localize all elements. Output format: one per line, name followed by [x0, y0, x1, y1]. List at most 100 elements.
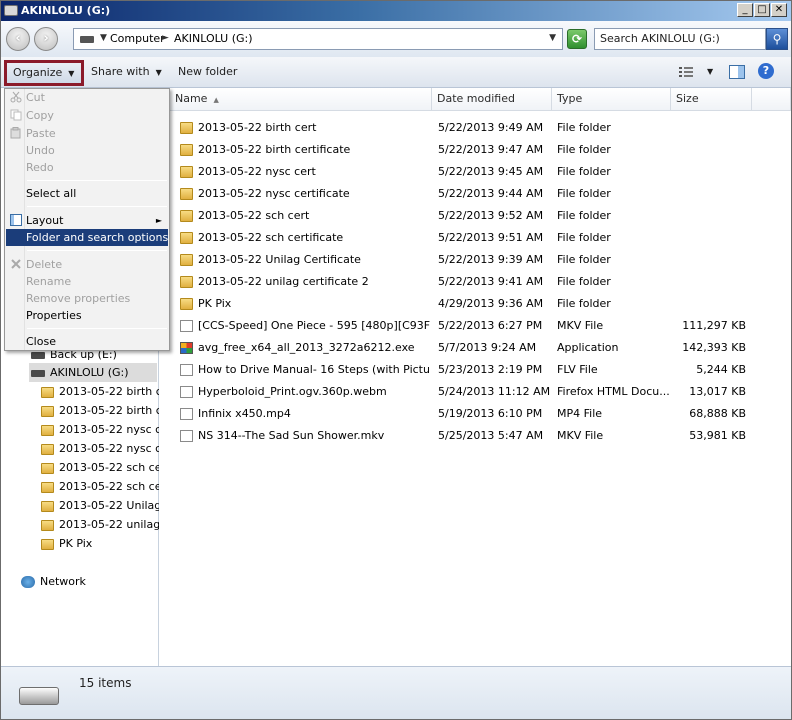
share-with-button[interactable]: Share with ▼ [87, 63, 166, 83]
close-button[interactable]: ✕ [771, 3, 787, 17]
tree-item-label: 2013-05-22 nysc cer [59, 423, 159, 436]
organize-button[interactable]: Organize ▼ [4, 60, 84, 86]
menu-item-layout[interactable]: Layout ► [6, 212, 168, 229]
folder-icon [41, 500, 54, 512]
menu-item-remove-properties[interactable]: Remove properties [6, 290, 168, 307]
tree-item-label: 2013-05-22 unilag ce [59, 518, 159, 531]
search-input[interactable]: Search AKINLOLU (G:) [594, 28, 766, 50]
table-row[interactable]: 2013-05-22 Unilag Certificate 5/22/2013 9… [160, 249, 791, 271]
menu-item-label: Copy [26, 109, 54, 122]
file-name: 2013-05-22 Unilag Certificate [198, 253, 361, 266]
table-row[interactable]: How to Drive Manual- 16 Steps (with Pict… [160, 359, 791, 381]
tree-item-folder[interactable]: 2013-05-22 nysc cer [41, 420, 159, 439]
menu-item-delete[interactable]: Delete [6, 256, 168, 273]
column-header-type[interactable]: Type [552, 88, 671, 111]
menu-item-redo[interactable]: Redo [6, 159, 168, 176]
back-button[interactable]: ‹ [6, 27, 30, 51]
file-type: File folder [557, 187, 611, 200]
copy-icon [10, 109, 22, 121]
preview-pane-icon[interactable] [729, 65, 745, 79]
tree-item-current-drive[interactable]: AKINLOLU (G:) [29, 363, 157, 382]
file-size: 13,017 KB [689, 385, 746, 398]
folder-icon [180, 144, 193, 156]
command-bar: Organize ▼ Share with ▼ New folder ▼ [1, 57, 791, 88]
view-options-icon[interactable] [678, 65, 694, 79]
drive-icon [31, 369, 45, 377]
table-row[interactable]: NS 314--The Sad Sun Shower.mkv 5/25/2013 … [160, 425, 791, 447]
tree-item-folder[interactable]: 2013-05-22 Unilag C [41, 496, 159, 515]
menu-item-close[interactable]: Close [6, 333, 168, 350]
paste-icon [10, 127, 22, 139]
file-type: MP4 File [557, 407, 603, 420]
drive-icon [4, 5, 18, 16]
menu-separator [27, 206, 167, 207]
minimize-button[interactable]: _ [737, 3, 753, 17]
table-row[interactable]: 2013-05-22 unilag certificate 2 5/22/2013… [160, 271, 791, 293]
tree-item-folder[interactable]: 2013-05-22 sch cert [41, 458, 159, 477]
column-header-size[interactable]: Size [671, 88, 752, 111]
file-size: 53,981 KB [689, 429, 746, 442]
tree-item-folder[interactable]: 2013-05-22 unilag ce [41, 515, 159, 534]
table-row[interactable]: 2013-05-22 nysc certificate 5/22/2013 9:4… [160, 183, 791, 205]
file-type: File folder [557, 231, 611, 244]
menu-item-folder-options[interactable]: Folder and search options [6, 229, 168, 246]
table-row[interactable]: Infinix x450.mp4 5/19/2013 6:10 PM MP4 Fil… [160, 403, 791, 425]
chevron-down-icon[interactable]: ▼ [703, 63, 717, 83]
window-title: AKINLOLU (G:) [21, 4, 111, 17]
address-bar[interactable]: ▼ Computer ► AKINLOLU (G:) ▼ [73, 28, 563, 50]
breadcrumb-computer[interactable]: Computer [110, 32, 165, 45]
table-row[interactable]: 2013-05-22 birth certificate 5/22/2013 9:… [160, 139, 791, 161]
menu-item-paste[interactable]: Paste [6, 125, 168, 142]
menu-item-properties[interactable]: Properties [6, 307, 168, 324]
menu-item-cut[interactable]: Cut [6, 89, 168, 106]
file-size: 142,393 KB [682, 341, 746, 354]
menu-item-copy[interactable]: Copy [6, 107, 168, 124]
tree-item-network[interactable]: Network [21, 572, 86, 591]
file-size: 68,888 KB [689, 407, 746, 420]
table-row[interactable]: 2013-05-22 sch cert 5/22/2013 9:52 AM File… [160, 205, 791, 227]
help-icon[interactable]: ? [758, 63, 774, 79]
folder-icon [41, 405, 54, 417]
menu-separator [27, 180, 167, 181]
folder-icon [180, 298, 193, 310]
menu-item-rename[interactable]: Rename [6, 273, 168, 290]
file-icon [180, 430, 193, 442]
table-row[interactable]: PK Pix 4/29/2013 9:36 AM File folder [160, 293, 791, 315]
table-row[interactable]: 2013-05-22 birth cert 5/22/2013 9:49 AM Fi… [160, 117, 791, 139]
chevron-down-icon: ▼ [155, 68, 162, 77]
chevron-down-icon[interactable]: ▼ [100, 33, 107, 43]
refresh-icon[interactable]: ⟳ [567, 29, 587, 49]
tree-item-folder[interactable]: 2013-05-22 sch cert [41, 477, 159, 496]
file-name: 2013-05-22 unilag certificate 2 [198, 275, 369, 288]
table-row[interactable]: 2013-05-22 nysc cert 5/22/2013 9:45 AM Fil… [160, 161, 791, 183]
column-header-date[interactable]: Date modified [432, 88, 552, 111]
file-type: Firefox HTML Docu... [557, 385, 669, 398]
menu-item-undo[interactable]: Undo [6, 142, 168, 159]
table-row[interactable]: [CCS-Speed] One Piece - 595 [480p][C93F6… [160, 315, 791, 337]
tree-item-folder[interactable]: 2013-05-22 birth cer [41, 401, 159, 420]
maximize-button[interactable]: □ [754, 3, 770, 17]
chevron-down-icon[interactable]: ▼ [549, 33, 556, 43]
tree-item-folder[interactable]: PK Pix [41, 534, 159, 553]
forward-button[interactable]: › [34, 27, 58, 51]
file-date: 5/7/2013 9:24 AM [438, 341, 537, 354]
tree-item-folder[interactable]: 2013-05-22 nysc cer [41, 439, 159, 458]
sort-ascending-icon: ▲ [213, 96, 219, 104]
table-row[interactable]: 2013-05-22 sch certificate 5/22/2013 9:51… [160, 227, 791, 249]
breadcrumb-drive[interactable]: AKINLOLU (G:) [174, 32, 253, 45]
menu-item-select-all[interactable]: Select all [6, 185, 168, 202]
folder-icon [41, 443, 54, 455]
new-folder-button[interactable]: New folder [174, 63, 241, 83]
title-bar[interactable]: AKINLOLU (G:) _ □ ✕ [1, 1, 791, 21]
search-icon[interactable]: ⚲ [766, 28, 788, 50]
folder-icon [180, 232, 193, 244]
removable-drive-icon [19, 687, 59, 705]
table-row[interactable]: Hyperboloid_Print.ogv.360p.webm 5/24/2013… [160, 381, 791, 403]
tree-item-folder[interactable]: 2013-05-22 birth cer [41, 382, 159, 401]
chevron-right-icon[interactable]: ► [162, 33, 169, 43]
file-date: 5/22/2013 9:44 AM [438, 187, 544, 200]
tree-item-label: 2013-05-22 sch cert [59, 480, 159, 493]
file-type: File folder [557, 209, 611, 222]
column-header-name[interactable]: Name ▲ [170, 88, 432, 111]
table-row[interactable]: avg_free_x64_all_2013_3272a6212.exe 5/7/2… [160, 337, 791, 359]
